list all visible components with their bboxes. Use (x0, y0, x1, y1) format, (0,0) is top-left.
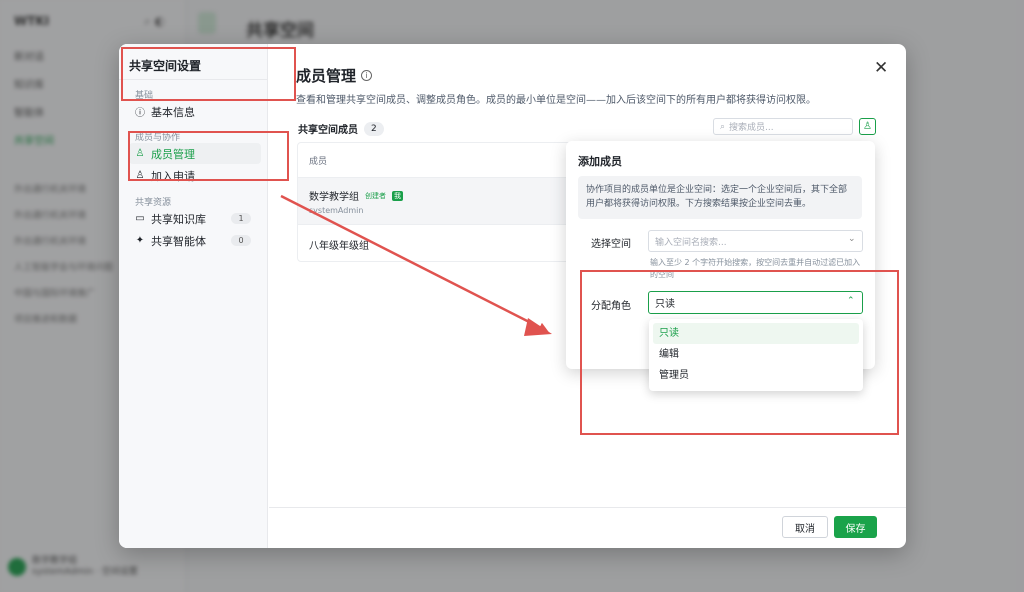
annotation-arrow (280, 194, 552, 336)
